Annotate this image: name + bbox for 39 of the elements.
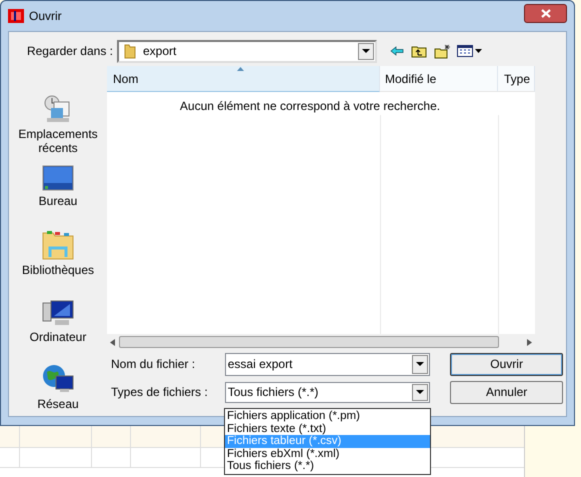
place-label[interactable]: Ordinateur xyxy=(16,330,100,344)
empty-message: Aucun élément ne correspond à votre recherche. xyxy=(178,98,442,115)
place-icon[interactable] xyxy=(42,299,74,327)
place-label[interactable]: Bureau xyxy=(16,194,100,208)
file-type-option[interactable]: Fichiers application (*.pm) xyxy=(225,410,430,423)
place-label[interactable]: Emplacements récents xyxy=(16,127,100,155)
place-icon[interactable] xyxy=(42,364,74,394)
file-name-field[interactable]: essai export xyxy=(224,352,430,376)
column-header[interactable]: Modifié le xyxy=(380,66,498,92)
app-logo-icon xyxy=(8,9,24,23)
column-header[interactable]: Nom xyxy=(107,66,380,92)
sort-arrow-icon xyxy=(237,67,244,71)
file-name-value: essai export xyxy=(226,356,292,373)
look-in-label: Regarder dans : xyxy=(26,43,114,60)
file-type-label: Types de fichiers : xyxy=(110,384,209,401)
scroll-left-icon[interactable] xyxy=(110,338,115,346)
file-type-dropdown[interactable]: Tous fichiers (*.*) xyxy=(224,382,430,402)
close-icon xyxy=(540,8,550,18)
file-type-option[interactable]: Tous fichiers (*.*) xyxy=(225,460,430,473)
file-type-option[interactable]: Fichiers ebXml (*.xml) xyxy=(225,448,430,460)
view-menu-icon[interactable] xyxy=(457,45,483,57)
folder-icon xyxy=(123,43,137,59)
look-in-dropdown[interactable]: export xyxy=(117,40,377,62)
file-type-value: Tous fichiers (*.*) xyxy=(226,384,318,401)
new-folder-icon[interactable] xyxy=(434,44,451,58)
window-title: Ouvrir xyxy=(29,8,62,25)
look-in-value: export xyxy=(143,43,176,60)
cancel-button[interactable]: Annuler xyxy=(450,380,563,404)
folder-up-icon[interactable] xyxy=(411,44,427,58)
file-name-label: Nom du fichier : xyxy=(110,356,196,373)
file-type-option[interactable]: Fichiers texte (*.txt) xyxy=(225,422,430,436)
scroll-right-icon[interactable] xyxy=(527,338,532,346)
column-header[interactable]: Type xyxy=(498,66,535,92)
place-label[interactable]: Réseau xyxy=(16,397,100,411)
close-button[interactable] xyxy=(524,4,567,22)
place-label[interactable]: Bibliothèques xyxy=(16,263,100,277)
place-icon[interactable] xyxy=(42,165,74,191)
open-button[interactable]: Ouvrir xyxy=(450,352,563,376)
back-arrow-icon[interactable] xyxy=(390,46,404,56)
